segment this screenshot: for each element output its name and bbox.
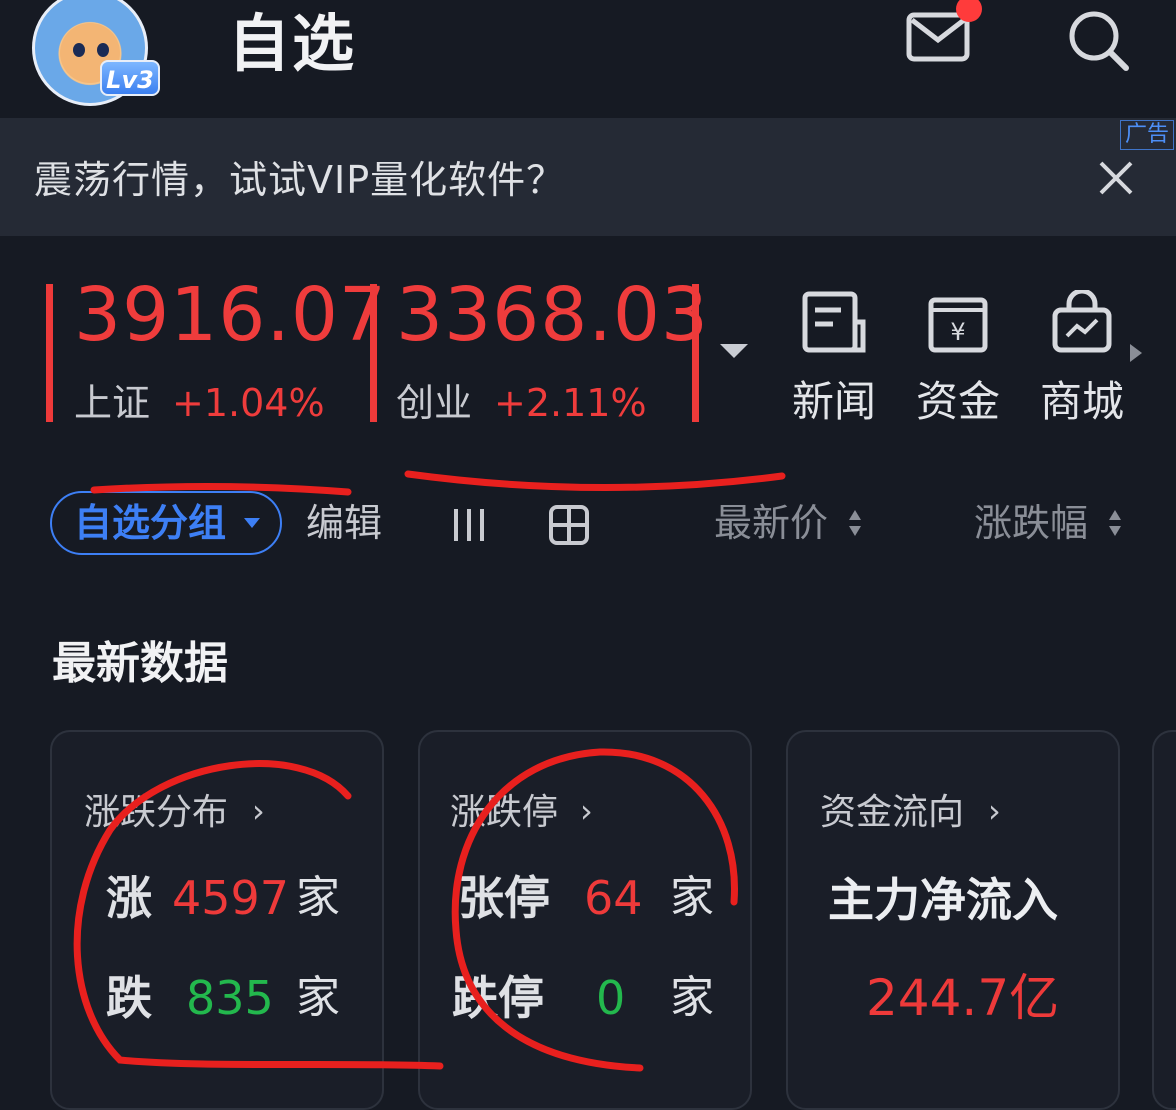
news-icon (802, 291, 866, 353)
shop-icon (1052, 288, 1112, 353)
card-title: 涨跌分布 (84, 792, 229, 833)
limit-up-count: 64 (584, 871, 643, 925)
sort-icon[interactable] (848, 508, 862, 538)
group-selector-label[interactable]: 自选分组 (74, 498, 226, 548)
unit-label: 家 (296, 972, 340, 1023)
flow-subtitle: 主力净流入 (828, 873, 1058, 927)
page-title: 自选 (228, 7, 357, 80)
sort-by-price[interactable]: 最新价 (714, 498, 828, 548)
fund-icon: ¥ (928, 297, 988, 353)
up-count: 4597 (172, 871, 290, 925)
grid-view-icon[interactable] (548, 504, 590, 546)
sort-by-change[interactable]: 涨跌幅 (974, 498, 1088, 548)
card-title: 资金流向 (820, 792, 965, 833)
chevron-down-icon[interactable] (244, 518, 260, 528)
unit-label: 家 (670, 972, 714, 1023)
close-icon[interactable] (1098, 160, 1134, 196)
index-change-chinext: +2.11% (494, 381, 647, 425)
index-value-chinext[interactable]: 3368.03 (396, 270, 709, 360)
up-label: 涨 (106, 871, 152, 925)
quick-link-shop[interactable]: 商城 (1032, 288, 1132, 430)
level-badge: Lv3 (100, 60, 160, 96)
card-title: 涨跌停 (450, 792, 559, 833)
index-value-shanghai[interactable]: 3916.07 (74, 270, 387, 360)
index-change-shanghai: +1.04% (172, 381, 325, 425)
chevron-right-icon: › (580, 792, 593, 830)
sort-icon[interactable] (1108, 508, 1122, 538)
app-header (0, 0, 1176, 118)
ad-tag: 广告 (1120, 120, 1175, 150)
down-count: 835 (186, 971, 274, 1025)
svg-text:¥: ¥ (950, 318, 965, 346)
unit-label: 家 (670, 872, 714, 923)
ad-text[interactable]: 震荡行情，试试VIP量化软件？ (34, 152, 565, 208)
avatar-eye-left (73, 43, 85, 57)
search-icon[interactable] (1066, 8, 1130, 72)
flow-value: 244.7亿 (866, 969, 1060, 1027)
column-view-icon[interactable] (450, 506, 488, 544)
index-marker-bar (692, 284, 699, 422)
down-label: 跌 (106, 971, 152, 1025)
quick-link-label: 资金 (915, 377, 1000, 426)
index-name-chinext: 创业 (396, 381, 473, 425)
index-marker-bar (370, 284, 377, 422)
edit-button[interactable]: 编辑 (306, 498, 382, 548)
avatar-eye-right (97, 43, 109, 57)
card-partial[interactable] (1152, 730, 1176, 1110)
section-title: 最新数据 (52, 638, 228, 689)
quick-link-news[interactable]: 新闻 (784, 290, 884, 430)
index-marker-bar (46, 284, 53, 422)
chevron-right-icon: › (988, 792, 1001, 830)
underline-stroke (404, 470, 786, 491)
chevron-right-icon[interactable] (1130, 344, 1142, 362)
chevron-down-icon[interactable] (720, 344, 748, 358)
limit-up-label: 张停 (458, 871, 550, 925)
quick-link-label: 商城 (1039, 377, 1124, 426)
limit-down-count: 0 (596, 971, 626, 1025)
quick-link-label: 新闻 (791, 377, 876, 426)
quick-link-fund[interactable]: ¥ 资金 (908, 290, 1008, 430)
limit-down-label: 跌停 (452, 971, 544, 1025)
unit-label: 家 (296, 872, 340, 923)
chevron-right-icon: › (252, 792, 265, 830)
index-name-shanghai: 上证 (74, 381, 151, 425)
